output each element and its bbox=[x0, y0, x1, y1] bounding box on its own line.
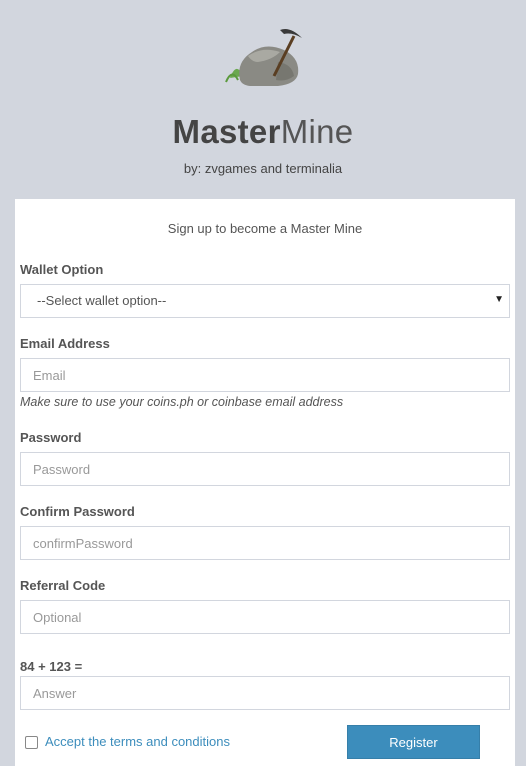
wallet-select-value: --Select wallet option-- bbox=[37, 293, 167, 308]
referral-field-wrap bbox=[20, 600, 510, 634]
form-intro: Sign up to become a Master Mine bbox=[167, 221, 363, 236]
email-hint: Make sure to use your coins.ph or coinba… bbox=[20, 395, 344, 409]
register-card: Sign up to become a Master Mine Wallet O… bbox=[15, 199, 515, 766]
terms-link[interactable]: Accept the terms and conditions bbox=[45, 734, 230, 749]
terms-checkbox[interactable] bbox=[25, 736, 38, 749]
captcha-answer-field[interactable] bbox=[21, 677, 509, 709]
caret-down-icon: ▼ bbox=[494, 294, 504, 305]
wallet-label: Wallet Option bbox=[20, 262, 104, 277]
referral-label: Referral Code bbox=[20, 578, 106, 593]
confirm-password-field-wrap bbox=[20, 526, 510, 560]
password-field[interactable] bbox=[21, 453, 509, 485]
brand-light: Mine bbox=[280, 113, 354, 150]
header: MasterMine by: zvgames and terminalia bbox=[0, 0, 526, 199]
brand-title: MasterMine bbox=[0, 113, 526, 151]
confirm-password-label: Confirm Password bbox=[20, 504, 135, 519]
email-field[interactable] bbox=[21, 359, 509, 391]
referral-field[interactable] bbox=[21, 601, 509, 633]
confirm-password-field[interactable] bbox=[21, 527, 509, 559]
brand-bold: Master bbox=[172, 113, 281, 150]
password-label: Password bbox=[20, 430, 82, 445]
byline: by: zvgames and terminalia bbox=[183, 161, 343, 176]
rock-pickaxe-icon bbox=[225, 29, 302, 86]
email-field-wrap bbox=[20, 358, 510, 392]
password-field-wrap bbox=[20, 452, 510, 486]
register-button[interactable]: Register bbox=[347, 725, 480, 759]
email-label: Email Address bbox=[20, 336, 110, 351]
captcha-field-wrap bbox=[20, 676, 510, 710]
captcha-label: 84 + 123 = bbox=[20, 659, 83, 674]
wallet-select[interactable]: --Select wallet option-- ▼ bbox=[20, 284, 510, 318]
